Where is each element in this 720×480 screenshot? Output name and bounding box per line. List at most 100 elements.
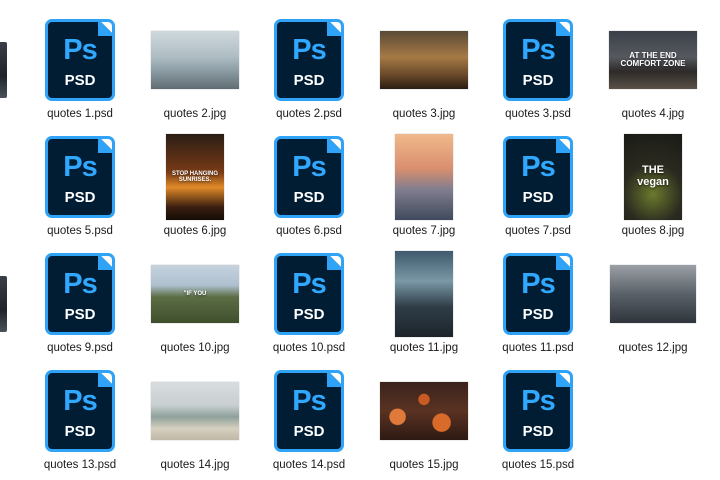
jpg-file-item[interactable]: quotes 14.jpg [142,364,248,478]
image-thumbnail: "IF YOU [151,265,239,323]
image-thumbnail [380,382,468,440]
file-thumbnail[interactable] [371,130,477,224]
file-name-label: quotes 1.psd [47,108,113,120]
jpg-file-item[interactable]: quotes 2.jpg [142,13,248,127]
file-thumbnail[interactable] [371,13,477,107]
psd-file-item[interactable]: Ps PSD quotes 7.psd [485,130,591,244]
psd-extension-text: PSD [522,306,554,323]
ps-logo-text: Ps [521,385,555,417]
partial-thumbnail-left[interactable] [0,42,7,98]
ps-logo-text: Ps [292,151,326,183]
page-fold [556,22,570,36]
psd-file-item[interactable]: Ps PSD quotes 1.psd [27,13,133,127]
image-thumbnail [610,265,696,323]
photoshop-file-icon: Ps PSD [274,370,344,452]
psd-file-item[interactable]: Ps PSD quotes 3.psd [485,13,591,127]
file-thumbnail[interactable]: Ps PSD [485,247,591,341]
page-fold [98,373,112,387]
psd-file-item[interactable]: Ps PSD quotes 6.psd [256,130,362,244]
jpg-file-item[interactable]: STOP HANGING SUNRISES. quotes 6.jpg [142,130,248,244]
jpg-file-item[interactable]: quotes 7.jpg [371,130,477,244]
image-thumbnail [395,134,453,220]
file-thumbnail[interactable]: Ps PSD [256,247,362,341]
page-fold [327,139,341,153]
page-fold [327,22,341,36]
image-thumbnail: THE vegan [624,134,682,220]
file-thumbnail[interactable]: Ps PSD [27,130,133,224]
file-name-label: quotes 14.jpg [160,459,230,471]
thumbnail-quote-text: THE vegan [637,164,669,188]
photoshop-file-icon: Ps PSD [274,19,344,101]
psd-file-item[interactable]: Ps PSD quotes 9.psd [27,247,133,361]
jpg-file-item[interactable]: AT THE END COMFORT ZONE quotes 4.jpg [600,13,706,127]
psd-file-item[interactable]: Ps PSD quotes 5.psd [27,130,133,244]
file-thumbnail[interactable] [371,364,477,458]
file-thumbnail[interactable]: Ps PSD [256,13,362,107]
jpg-file-item[interactable]: quotes 11.jpg [371,247,477,361]
photoshop-file-icon: Ps PSD [503,253,573,335]
file-thumbnail[interactable]: Ps PSD [27,13,133,107]
file-thumbnail[interactable]: AT THE END COMFORT ZONE [600,13,706,107]
jpg-file-item[interactable]: quotes 15.jpg [371,364,477,478]
psd-extension-text: PSD [293,72,325,89]
file-thumbnail[interactable]: STOP HANGING SUNRISES. [142,130,248,224]
ps-logo-text: Ps [521,34,555,66]
file-thumbnail[interactable] [142,364,248,458]
file-thumbnail[interactable]: Ps PSD [256,364,362,458]
thumbnail-quote-text: "IF YOU [183,290,207,297]
file-name-label: quotes 13.psd [43,459,117,471]
psd-file-item[interactable]: Ps PSD quotes 14.psd [256,364,362,478]
file-thumbnail[interactable]: Ps PSD [485,13,591,107]
psd-extension-text: PSD [64,189,96,206]
page-fold [98,22,112,36]
file-thumbnail[interactable] [600,247,706,341]
thumbnail-quote-text: AT THE END COMFORT ZONE [620,50,686,68]
file-name-label: quotes 6.jpg [163,225,227,237]
psd-file-item[interactable]: Ps PSD quotes 10.psd [256,247,362,361]
photoshop-file-icon: Ps PSD [45,370,115,452]
ps-logo-text: Ps [292,34,326,66]
photoshop-file-icon: Ps PSD [45,253,115,335]
file-thumbnail[interactable]: Ps PSD [27,247,133,341]
psd-extension-text: PSD [64,306,96,323]
ps-logo-text: Ps [63,268,97,300]
photoshop-file-icon: Ps PSD [503,370,573,452]
file-name-label: quotes 5.psd [47,225,113,237]
image-thumbnail [395,251,453,337]
photoshop-file-icon: Ps PSD [274,253,344,335]
photoshop-file-icon: Ps PSD [45,19,115,101]
ps-logo-text: Ps [292,385,326,417]
psd-extension-text: PSD [64,72,96,89]
jpg-file-item[interactable]: quotes 12.jpg [600,247,706,361]
file-thumbnail[interactable]: Ps PSD [256,130,362,224]
psd-extension-text: PSD [293,189,325,206]
ps-logo-text: Ps [292,268,326,300]
ps-logo-text: Ps [521,268,555,300]
file-name-label: quotes 11.psd [502,342,574,354]
file-thumbnail[interactable]: Ps PSD [27,364,133,458]
photoshop-file-icon: Ps PSD [503,19,573,101]
file-name-label: quotes 12.jpg [618,342,688,354]
file-thumbnail[interactable]: "IF YOU [142,247,248,341]
psd-file-item[interactable]: Ps PSD quotes 13.psd [27,364,133,478]
file-thumbnail[interactable] [142,13,248,107]
psd-extension-text: PSD [522,189,554,206]
file-thumbnail[interactable] [371,247,477,341]
image-thumbnail: AT THE END COMFORT ZONE [609,31,697,89]
image-thumbnail: STOP HANGING SUNRISES. [166,134,224,220]
file-thumbnail[interactable]: Ps PSD [485,364,591,458]
psd-file-item[interactable]: Ps PSD quotes 2.psd [256,13,362,127]
file-thumbnail[interactable]: THE vegan [600,130,706,224]
photoshop-file-icon: Ps PSD [503,136,573,218]
psd-extension-text: PSD [522,72,554,89]
jpg-file-item[interactable]: "IF YOU quotes 10.jpg [142,247,248,361]
file-name-label: quotes 10.jpg [160,342,230,354]
psd-extension-text: PSD [293,423,325,440]
psd-file-item[interactable]: Ps PSD quotes 11.psd [485,247,591,361]
jpg-file-item[interactable]: THE vegan quotes 8.jpg [600,130,706,244]
file-thumbnail[interactable]: Ps PSD [485,130,591,224]
page-fold [98,139,112,153]
psd-file-item[interactable]: Ps PSD quotes 15.psd [485,364,591,478]
partial-thumbnail-left[interactable] [0,276,7,332]
jpg-file-item[interactable]: quotes 3.jpg [371,13,477,127]
